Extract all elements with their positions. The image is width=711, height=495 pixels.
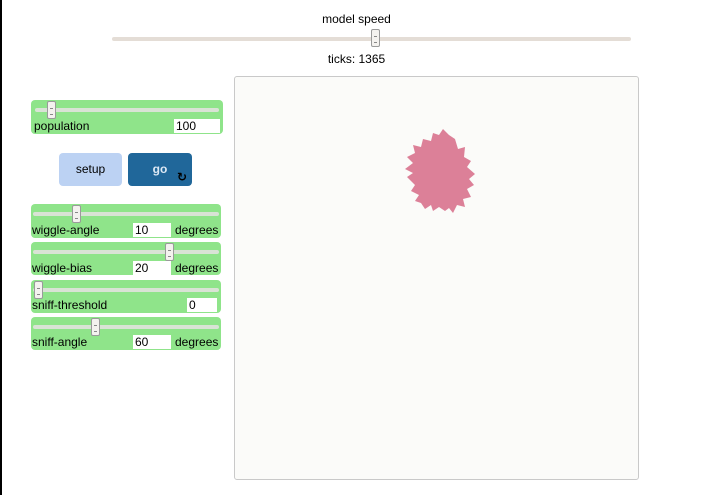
wiggle-bias-label: wiggle-bias xyxy=(32,261,93,275)
ticks-counter: ticks: 1365 xyxy=(327,52,386,66)
wiggle-bias-units: degrees xyxy=(175,261,219,275)
wiggle-angle-value[interactable]: 10 xyxy=(133,223,171,237)
wiggle-angle-label: wiggle-angle xyxy=(32,223,100,237)
population-slider-track[interactable] xyxy=(35,108,219,112)
wiggle-angle-slider-track[interactable] xyxy=(33,212,219,216)
wiggle-angle-units: degrees xyxy=(175,223,219,237)
wiggle-angle-slider-thumb[interactable] xyxy=(72,205,81,223)
wiggle-bias-slider-thumb[interactable] xyxy=(165,243,174,261)
world-view[interactable] xyxy=(234,76,639,480)
population-slider-thumb[interactable] xyxy=(47,101,56,119)
model-speed-label: model speed xyxy=(322,12,391,26)
mold-blob xyxy=(405,129,475,213)
wiggle-bias-slider[interactable]: wiggle-bias 20 degrees xyxy=(31,242,221,275)
population-slider[interactable]: population 100 xyxy=(31,100,223,134)
sniff-angle-slider-track[interactable] xyxy=(33,325,219,329)
go-button-label: go xyxy=(152,162,168,176)
wiggle-bias-value[interactable]: 20 xyxy=(133,261,171,275)
sniff-threshold-label: sniff-threshold xyxy=(32,298,108,312)
population-label: population xyxy=(34,119,90,133)
refresh-icon: ↻ xyxy=(176,170,188,184)
sniff-angle-slider[interactable]: sniff-angle 60 degrees xyxy=(31,317,221,350)
setup-button[interactable]: setup xyxy=(59,153,122,186)
wiggle-angle-slider[interactable]: wiggle-angle 10 degrees xyxy=(31,204,221,238)
sniff-angle-value[interactable]: 60 xyxy=(133,335,171,349)
sniff-threshold-slider-thumb[interactable] xyxy=(34,281,43,299)
go-button[interactable]: go ↻ xyxy=(128,153,192,186)
wiggle-bias-slider-track[interactable] xyxy=(33,250,219,254)
setup-button-label: setup xyxy=(75,162,106,176)
sniff-threshold-slider-track[interactable] xyxy=(33,288,219,292)
sniff-angle-slider-thumb[interactable] xyxy=(91,318,100,336)
sniff-angle-units: degrees xyxy=(175,335,219,349)
world-canvas xyxy=(405,129,475,213)
sniff-threshold-slider[interactable]: sniff-threshold 0 xyxy=(31,280,221,313)
sniff-threshold-value[interactable]: 0 xyxy=(187,298,217,312)
model-speed-slider-thumb[interactable] xyxy=(371,29,380,47)
sniff-angle-label: sniff-angle xyxy=(32,335,88,349)
population-value[interactable]: 100 xyxy=(174,119,220,133)
